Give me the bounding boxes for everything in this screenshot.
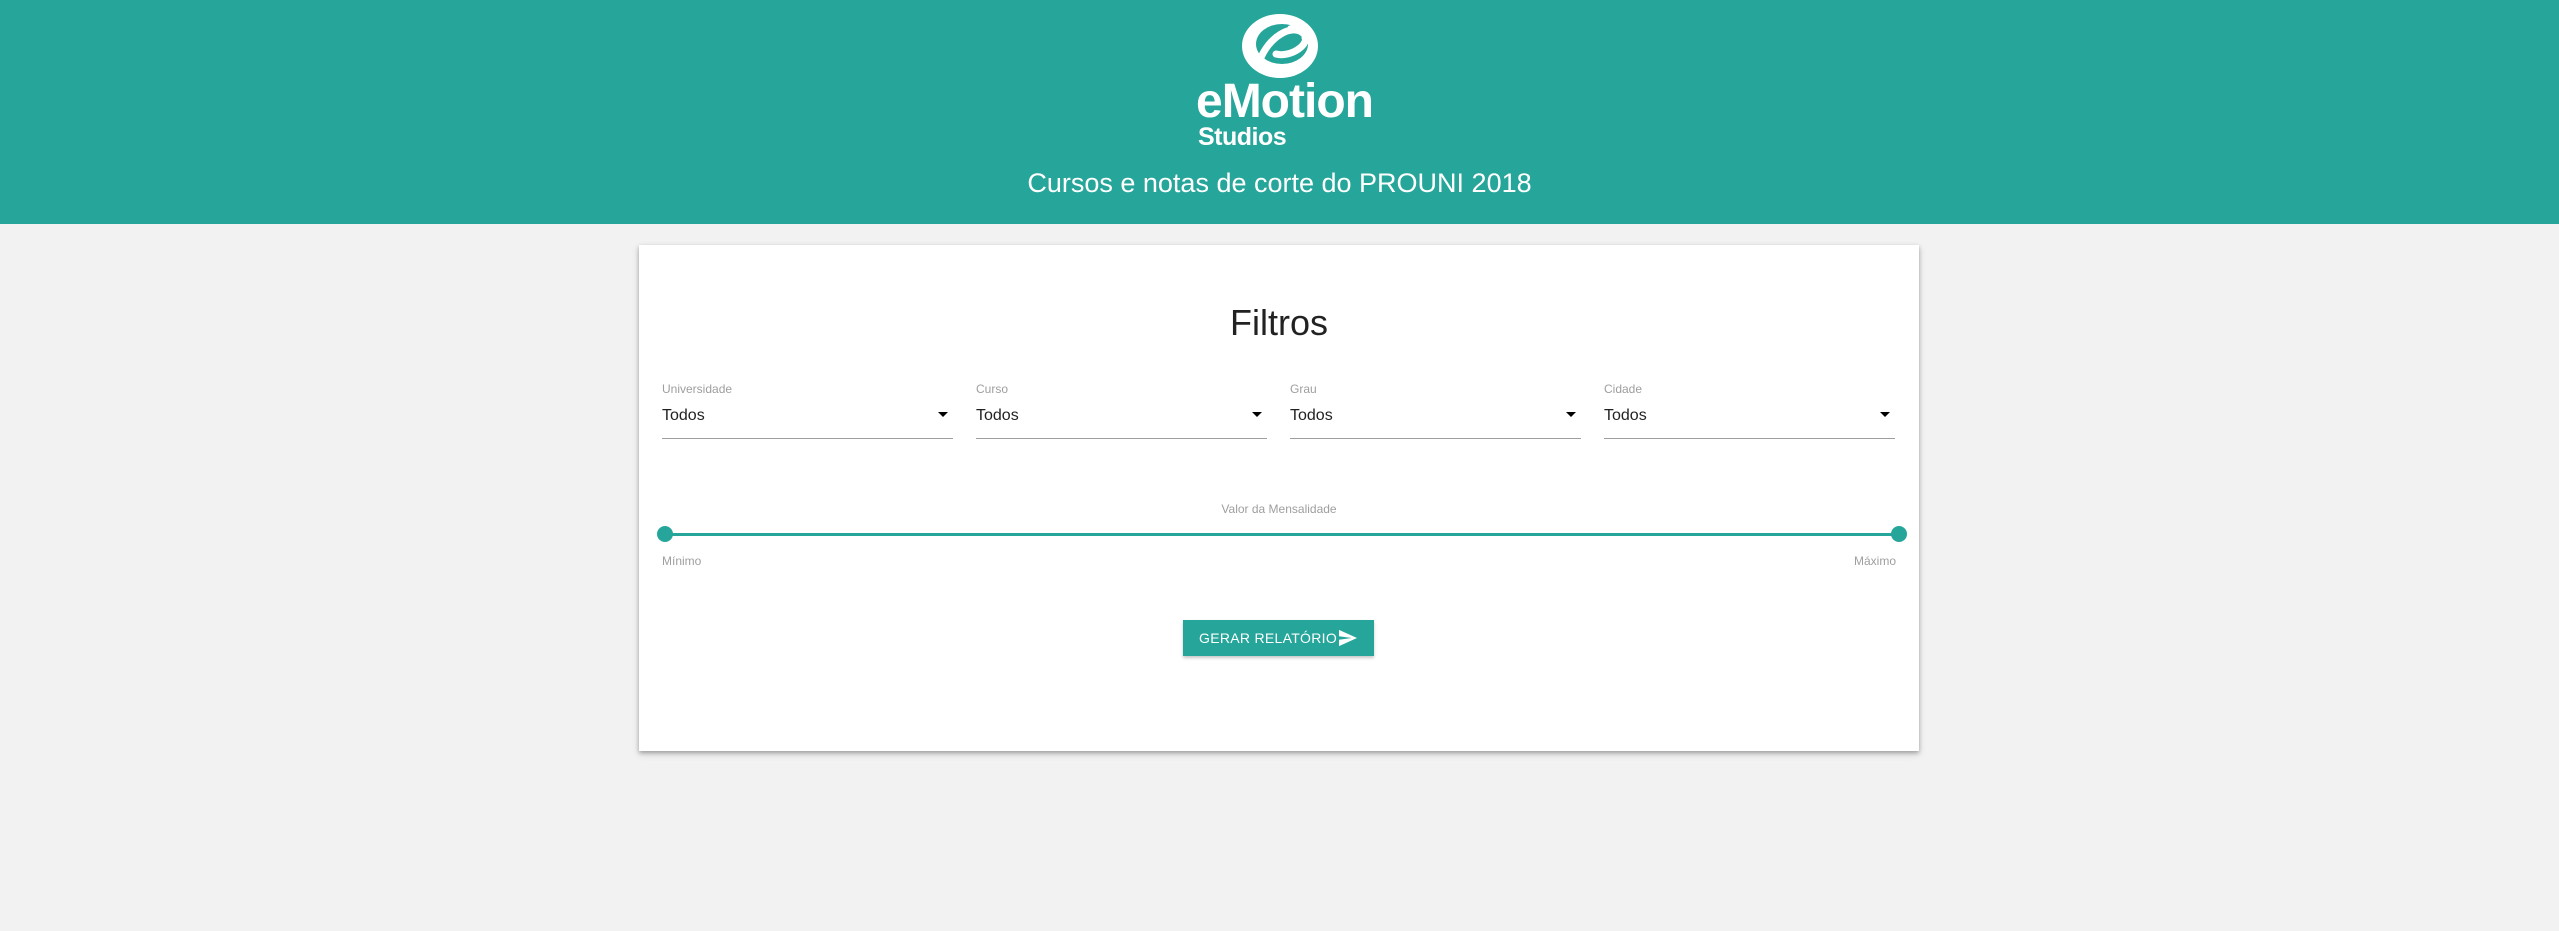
slider-max-handle[interactable]: [1891, 526, 1907, 542]
slider-min-label: Mínimo: [662, 554, 702, 568]
caret-down-icon: [1880, 412, 1890, 417]
curso-select[interactable]: Todos: [976, 403, 1267, 439]
universidade-label: Universidade: [662, 382, 733, 396]
curso-select-field: Curso Todos: [976, 381, 1267, 439]
cidade-select-field: Cidade Todos: [1604, 381, 1895, 439]
caret-down-icon: [1566, 412, 1576, 417]
gerar-relatorio-button[interactable]: GERAR RELATÓRIO: [1183, 620, 1374, 656]
cidade-value: Todos: [1604, 407, 1647, 424]
universidade-select-field: Universidade Todos: [662, 381, 953, 439]
logo-subtitle: Studios: [1198, 123, 1287, 151]
page-title: Cursos e notas de corte do PROUNI 2018: [1027, 168, 1532, 198]
caret-down-icon: [938, 412, 948, 417]
logo-wordmark: eMotion: [1196, 75, 1374, 128]
grau-label: Grau: [1290, 382, 1317, 396]
send-icon: [1339, 629, 1357, 647]
curso-label: Curso: [976, 382, 1009, 396]
universidade-select[interactable]: Todos: [662, 403, 953, 439]
universidade-value: Todos: [662, 407, 705, 424]
cidade-label: Cidade: [1604, 382, 1643, 396]
cidade-select[interactable]: Todos: [1604, 403, 1895, 439]
emotion-studios-logo: eMotion Studios: [1190, 8, 1374, 154]
grau-select-field: Grau Todos: [1290, 381, 1581, 439]
grau-value: Todos: [1290, 407, 1333, 424]
slider-max-label: Máximo: [1853, 554, 1896, 568]
curso-value: Todos: [976, 407, 1019, 424]
filters-card: Filtros Universidade Todos Curso Todos G…: [639, 245, 1919, 751]
filters-title: Filtros: [1230, 302, 1328, 343]
app-header: eMotion Studios Cursos e notas de corte …: [0, 0, 2559, 224]
mensalidade-slider-label: Valor da Mensalidade: [1221, 502, 1337, 516]
caret-down-icon: [1252, 412, 1262, 417]
grau-select[interactable]: Todos: [1290, 403, 1581, 439]
gerar-relatorio-label: GERAR RELATÓRIO: [1199, 630, 1338, 646]
mensalidade-slider-track[interactable]: [665, 533, 1899, 536]
slider-min-handle[interactable]: [657, 526, 673, 542]
